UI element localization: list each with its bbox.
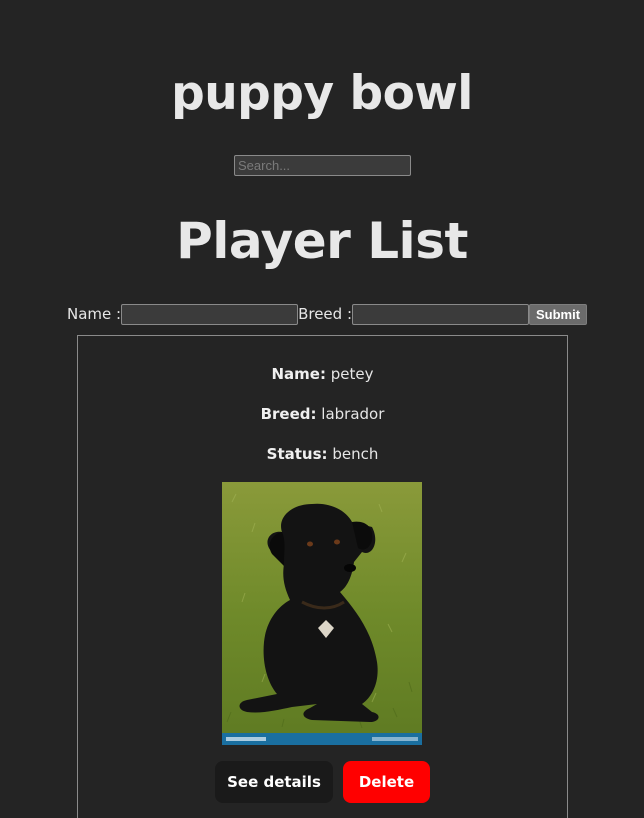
- site-title: puppy bowl: [171, 66, 473, 121]
- player-photo: [222, 482, 422, 745]
- breed-field[interactable]: [352, 303, 530, 325]
- see-details-button[interactable]: See details: [215, 761, 333, 803]
- name-label: Name :: [67, 305, 122, 323]
- name-field[interactable]: [121, 303, 299, 325]
- player-breed-value: labrador: [321, 405, 385, 423]
- search-input[interactable]: [234, 155, 411, 176]
- player-breed-row: Breed: labrador: [78, 405, 567, 423]
- new-player-form: Name : Breed : Submit: [67, 303, 588, 325]
- player-status-value: bench: [332, 445, 379, 463]
- breed-label: Breed :: [298, 305, 353, 323]
- player-name-value: petey: [330, 365, 374, 383]
- player-card: Name: petey Breed: labrador Status: benc…: [77, 335, 568, 818]
- player-status-row: Status: bench: [78, 445, 567, 463]
- dog-photo-illustration: [222, 482, 422, 745]
- player-list-heading: Player List: [176, 212, 468, 270]
- submit-button[interactable]: Submit: [529, 303, 588, 325]
- app-root: puppy bowl Player List Name : Breed : Su…: [0, 0, 644, 818]
- player-breed-label: Breed:: [260, 405, 317, 423]
- player-status-label: Status:: [266, 445, 328, 463]
- delete-button[interactable]: Delete: [343, 761, 430, 803]
- player-name-row: Name: petey: [78, 365, 567, 383]
- player-name-label: Name:: [271, 365, 326, 383]
